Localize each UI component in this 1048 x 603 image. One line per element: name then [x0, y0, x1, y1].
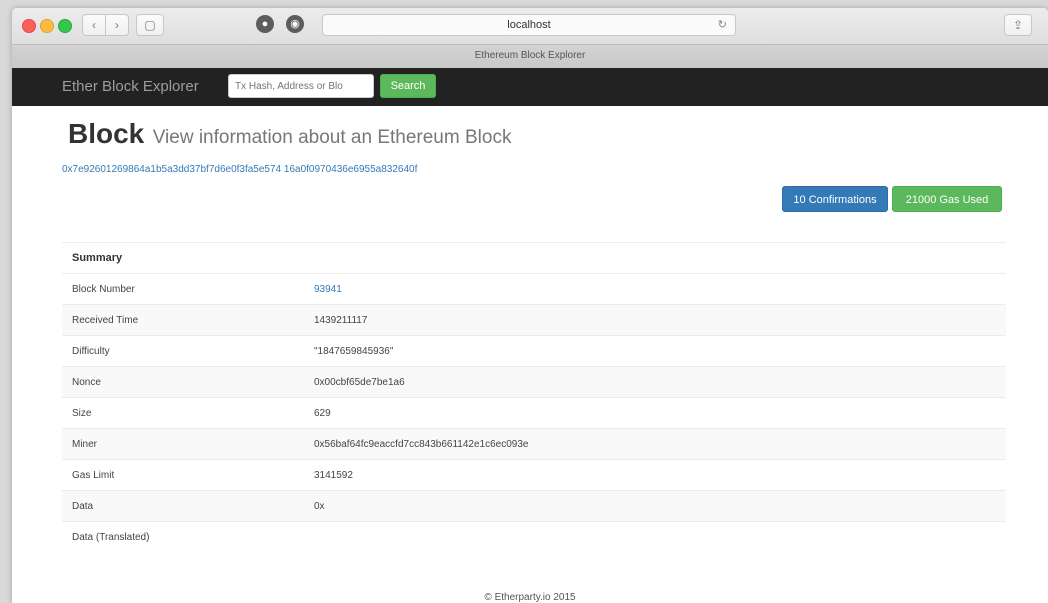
chevron-right-icon: › — [115, 18, 119, 32]
row-value: "1847659845936" — [304, 335, 1006, 367]
page-title-main: Block — [68, 118, 145, 149]
row-value — [304, 521, 1006, 552]
row-value: 0x00cbf65de7be1a6 — [304, 366, 1006, 398]
summary-header-row: Summary — [62, 242, 1006, 274]
browser-chrome: ‹ › ▢ ● ◉ localhost ↻ ⇪ Ethereum Block E… — [12, 8, 1048, 69]
extension-icon: ◉ — [290, 18, 300, 30]
navbar-brand[interactable]: Ether Block Explorer — [62, 78, 199, 95]
table-row: Size 629 — [62, 397, 1006, 429]
extension-button-1[interactable]: ● — [256, 15, 274, 33]
table-row: Miner 0x56baf64fc9eaccfd7cc843b661142e1c… — [62, 428, 1006, 460]
block-number-link[interactable]: 93941 — [314, 284, 342, 295]
table-row: Data (Translated) — [62, 521, 1006, 552]
extension-icon: ● — [261, 18, 269, 30]
sidebar-toggle-button[interactable]: ▢ — [136, 14, 164, 36]
gas-used-badge: 21000 Gas Used — [892, 186, 1002, 212]
back-button[interactable]: ‹ — [82, 14, 106, 36]
site-navbar: Ether Block Explorer Search — [12, 68, 1048, 106]
confirmations-badge: 10 Confirmations — [782, 186, 888, 212]
row-value: 3141592 — [304, 459, 1006, 491]
sidebar-icon: ▢ — [144, 18, 156, 32]
row-label: Data (Translated) — [62, 521, 304, 552]
share-icon: ⇪ — [1012, 18, 1024, 32]
summary-table: Summary Block Number 93941 Received Time… — [62, 242, 1006, 552]
chevron-left-icon: ‹ — [92, 18, 96, 32]
table-row: Data 0x — [62, 490, 1006, 522]
row-label: Received Time — [62, 304, 304, 336]
maximize-window-button[interactable] — [58, 19, 72, 33]
row-value: 629 — [304, 397, 1006, 429]
extension-button-2[interactable]: ◉ — [286, 15, 304, 33]
page-subtitle: View information about an Ethereum Block — [152, 127, 512, 148]
table-row: Gas Limit 3141592 — [62, 459, 1006, 491]
row-label: Block Number — [62, 273, 304, 305]
search-button[interactable]: Search — [380, 74, 436, 98]
summary-heading: Summary — [62, 242, 1006, 274]
row-label: Difficulty — [62, 335, 304, 367]
footer-copyright: © Etherparty.io 2015 — [484, 592, 576, 603]
block-hash-link[interactable]: 0x7e92601269864a1b5a3dd37bf7d6e0f3fa5e57… — [62, 164, 417, 175]
row-value: 0x56baf64fc9eaccfd7cc843b661142e1c6ec093… — [304, 428, 1006, 460]
row-label: Data — [62, 490, 304, 522]
row-label: Miner — [62, 428, 304, 460]
table-row: Block Number 93941 — [62, 273, 1006, 305]
browser-window: ‹ › ▢ ● ◉ localhost ↻ ⇪ Ethereum Block E… — [12, 8, 1048, 603]
share-button[interactable]: ⇪ — [1004, 14, 1032, 36]
row-label: Nonce — [62, 366, 304, 398]
main-content: Block View information about an Ethereum… — [12, 106, 1048, 603]
close-window-button[interactable] — [22, 19, 36, 33]
forward-button[interactable]: › — [105, 14, 129, 36]
row-value: 0x — [304, 490, 1006, 522]
row-value: 1439211117 — [304, 304, 1006, 336]
address-bar[interactable]: localhost ↻ — [322, 14, 736, 36]
row-value: 93941 — [304, 273, 1006, 305]
table-row: Received Time 1439211117 — [62, 304, 1006, 336]
table-row: Nonce 0x00cbf65de7be1a6 — [62, 366, 1006, 398]
table-row: Difficulty "1847659845936" — [62, 335, 1006, 367]
reload-icon[interactable]: ↻ — [718, 15, 727, 35]
minimize-window-button[interactable] — [40, 19, 54, 33]
search-input[interactable] — [228, 74, 374, 98]
page-title: Block View information about an Ethereum… — [68, 118, 511, 150]
tab-strip: Ethereum Block Explorer — [12, 44, 1048, 69]
row-label: Size — [62, 397, 304, 429]
tab-title[interactable]: Ethereum Block Explorer — [12, 50, 1048, 61]
row-label: Gas Limit — [62, 459, 304, 491]
address-text: localhost — [507, 19, 551, 31]
